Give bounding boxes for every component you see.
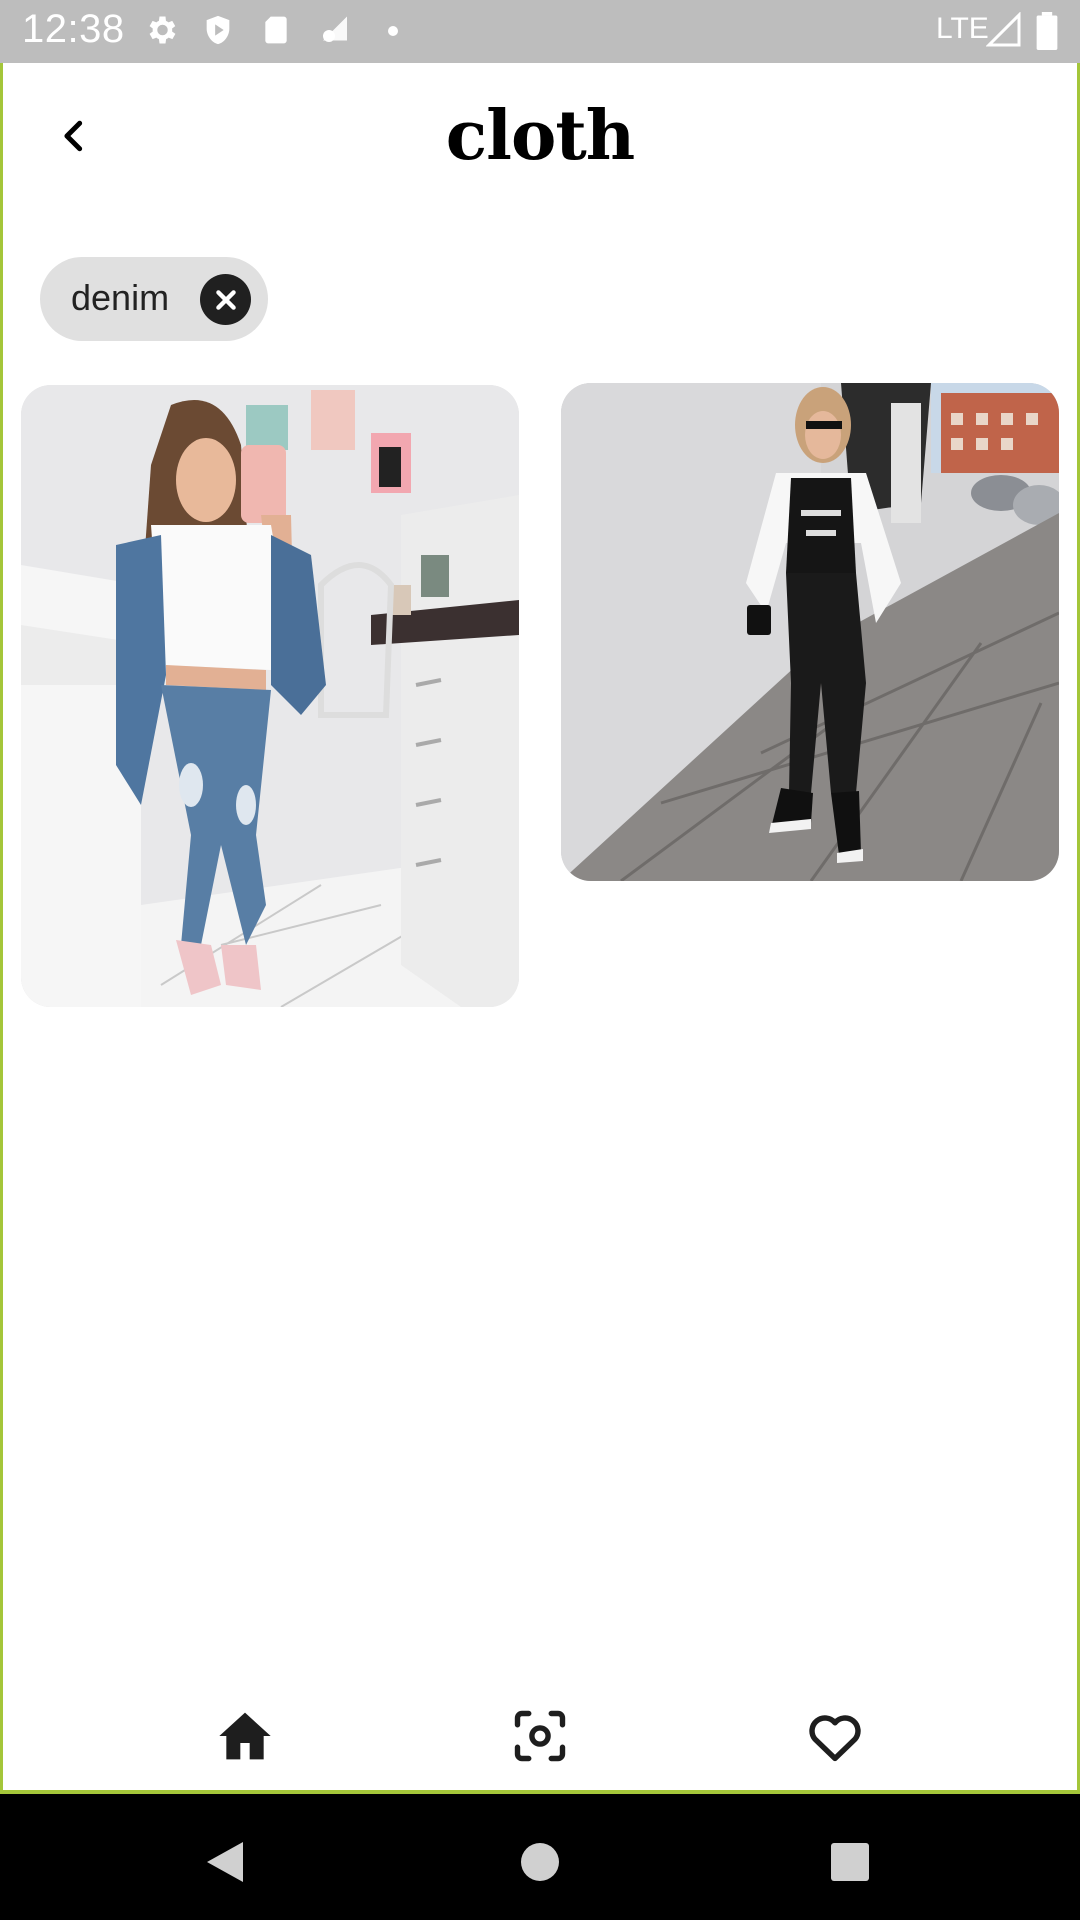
system-home-button[interactable] bbox=[510, 1832, 570, 1892]
status-bar: 12:38 LTE bbox=[0, 0, 1080, 63]
status-time: 12:38 bbox=[22, 7, 125, 51]
system-nav-bar bbox=[0, 1794, 1080, 1920]
sd-card-icon bbox=[260, 12, 292, 53]
page-title: cloth bbox=[445, 96, 635, 176]
gear-icon bbox=[143, 12, 179, 53]
shield-icon bbox=[201, 12, 235, 53]
result-card[interactable] bbox=[21, 385, 519, 1007]
heart-icon bbox=[809, 1715, 861, 1762]
system-back-button[interactable] bbox=[195, 1832, 255, 1892]
signal-icon bbox=[985, 11, 1022, 53]
sync-icon bbox=[316, 12, 354, 53]
nav-home-button[interactable] bbox=[205, 1700, 285, 1772]
chip-label: denim bbox=[71, 277, 170, 318]
close-circle-icon[interactable] bbox=[200, 274, 251, 325]
battery-icon bbox=[1036, 12, 1058, 55]
outfit-photo-1 bbox=[21, 385, 519, 1007]
bottom-nav bbox=[0, 1670, 1080, 1794]
outfit-photo-2 bbox=[561, 383, 1059, 881]
nav-favorites-button[interactable] bbox=[795, 1700, 875, 1772]
system-recents-button[interactable] bbox=[820, 1832, 880, 1892]
square-recents-icon bbox=[831, 1843, 869, 1881]
home-icon bbox=[219, 1712, 271, 1760]
triangle-back-icon bbox=[207, 1842, 243, 1882]
scan-icon bbox=[514, 1710, 566, 1762]
filter-chip-denim[interactable]: denim bbox=[40, 257, 268, 341]
dot-icon bbox=[386, 24, 400, 43]
nav-scan-button[interactable] bbox=[500, 1700, 580, 1772]
result-card[interactable] bbox=[561, 383, 1059, 881]
network-type: LTE bbox=[936, 12, 989, 45]
circle-home-icon bbox=[521, 1843, 559, 1881]
